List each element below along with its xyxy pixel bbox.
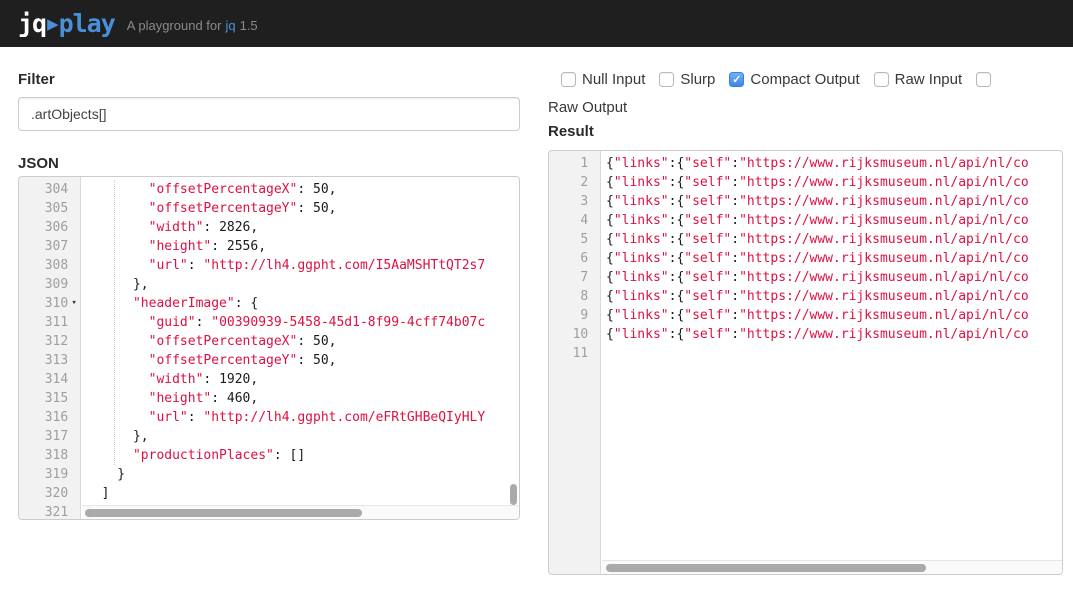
line-number: 312 — [19, 332, 80, 351]
code-line[interactable]: ] — [86, 484, 519, 503]
page: jq ▶ play A playground for jq 1.5 Filter… — [0, 0, 1073, 591]
code-line[interactable]: {"links":{"self":"https://www.rijksmuseu… — [606, 154, 1062, 173]
code-line[interactable]: {"links":{"self":"https://www.rijksmuseu… — [606, 230, 1062, 249]
horizontal-scrollbar[interactable] — [82, 505, 519, 519]
jq-version-link[interactable]: jq — [225, 18, 235, 33]
code-line[interactable]: {"links":{"self":"https://www.rijksmuseu… — [606, 325, 1062, 344]
code-line[interactable]: "offsetPercentageY": 50, — [86, 199, 519, 218]
play-icon: ▶ — [47, 13, 57, 35]
checkbox-label-slurp[interactable]: Slurp — [680, 71, 715, 88]
line-number: 7 — [549, 268, 600, 287]
line-number: 11 — [549, 344, 600, 363]
code-line[interactable]: "offsetPercentageY": 50, — [86, 351, 519, 370]
logo-play-text: play — [59, 9, 115, 38]
line-number: 304 — [19, 180, 80, 199]
logo-jq-text: jq — [18, 9, 46, 38]
code-line[interactable]: {"links":{"self":"https://www.rijksmuseu… — [606, 211, 1062, 230]
code-line[interactable]: "productionPlaces": [] — [86, 446, 519, 465]
result-editor-gutter: 1234567891011 — [549, 151, 601, 574]
code-line[interactable]: {"links":{"self":"https://www.rijksmuseu… — [606, 192, 1062, 211]
horizontal-scrollbar[interactable] — [602, 560, 1062, 574]
vertical-scrollbar-thumb[interactable] — [510, 484, 517, 505]
line-number: 311 — [19, 313, 80, 332]
code-line[interactable]: {"links":{"self":"https://www.rijksmuseu… — [606, 268, 1062, 287]
code-line[interactable]: {"links":{"self":"https://www.rijksmuseu… — [606, 249, 1062, 268]
option-raw-output — [976, 72, 991, 87]
code-line[interactable]: "headerImage": { — [86, 294, 519, 313]
code-line[interactable]: "offsetPercentageX": 50, — [86, 180, 519, 199]
option-slurp: Slurp — [659, 71, 715, 88]
line-number: 316 — [19, 408, 80, 427]
checkbox-raw-input[interactable] — [874, 72, 889, 87]
line-number: 309 — [19, 275, 80, 294]
line-number: 319 — [19, 465, 80, 484]
json-editor-gutter: 304305306307308309310▾311312313314315316… — [19, 177, 81, 519]
result-editor-code[interactable]: {"links":{"self":"https://www.rijksmuseu… — [602, 151, 1062, 574]
horizontal-scrollbar-thumb[interactable] — [606, 564, 926, 572]
line-number: 313 — [19, 351, 80, 370]
checkbox-raw-output[interactable] — [976, 72, 991, 87]
tagline: A playground for jq 1.5 — [127, 18, 258, 33]
line-number: 306 — [19, 218, 80, 237]
line-number: 3 — [549, 192, 600, 211]
line-number: 9 — [549, 306, 600, 325]
code-line[interactable]: {"links":{"self":"https://www.rijksmuseu… — [606, 306, 1062, 325]
line-number: 318 — [19, 446, 80, 465]
line-number: 321 — [19, 503, 80, 520]
line-number: 6 — [549, 249, 600, 268]
line-number: 314 — [19, 370, 80, 389]
tagline-version: 1.5 — [240, 18, 258, 33]
line-number: 307 — [19, 237, 80, 256]
line-number: 5 — [549, 230, 600, 249]
code-line[interactable]: "width": 2826, — [86, 218, 519, 237]
code-line[interactable]: }, — [86, 427, 519, 446]
checkbox-label-raw-input[interactable]: Raw Input — [895, 71, 963, 88]
line-number: 315 — [19, 389, 80, 408]
line-number: 320 — [19, 484, 80, 503]
code-line[interactable]: } — [86, 465, 519, 484]
line-number: 8 — [549, 287, 600, 306]
code-line[interactable]: "width": 1920, — [86, 370, 519, 389]
checkbox-slurp[interactable] — [659, 72, 674, 87]
code-line[interactable]: {"links":{"self":"https://www.rijksmuseu… — [606, 173, 1062, 192]
code-line[interactable]: "url": "http://lh4.ggpht.com/eFRtGHBeQIy… — [86, 408, 519, 427]
code-line[interactable]: "guid": "00390939-5458-45d1-8f99-4cff74b… — [86, 313, 519, 332]
checkbox-label-raw-output[interactable]: Raw Output — [548, 99, 627, 116]
app-logo[interactable]: jq ▶ play — [18, 9, 115, 38]
code-line[interactable]: "url": "http://lh4.ggpht.com/I5AaMSHTtQT… — [86, 256, 519, 275]
code-line[interactable]: "height": 460, — [86, 389, 519, 408]
option-raw-input: Raw Input — [874, 71, 963, 88]
line-number: 310▾ — [19, 294, 80, 313]
line-number: 1 — [549, 154, 600, 173]
fold-toggle-icon[interactable]: ▾ — [68, 294, 80, 313]
option-compact-output: ✓ Compact Output — [729, 71, 859, 88]
json-input-editor[interactable]: 304305306307308309310▾311312313314315316… — [18, 176, 520, 520]
checkbox-null-input[interactable] — [561, 72, 576, 87]
horizontal-scrollbar-thumb[interactable] — [85, 509, 362, 517]
line-number: 308 — [19, 256, 80, 275]
tagline-prefix: A playground for — [127, 18, 222, 33]
json-editor-code[interactable]: "offsetPercentageX": 50, "offsetPercenta… — [82, 177, 519, 519]
checkbox-label-null-input[interactable]: Null Input — [582, 71, 645, 88]
result-heading: Result — [548, 123, 594, 140]
line-number: 317 — [19, 427, 80, 446]
checkbox-label-compact-output[interactable]: Compact Output — [750, 71, 859, 88]
options-row: Null Input Slurp ✓ Compact Output Raw Input — [548, 71, 1063, 88]
result-output-editor[interactable]: 1234567891011 {"links":{"self":"https://… — [548, 150, 1063, 575]
filter-input[interactable] — [18, 97, 520, 131]
line-number: 2 — [549, 173, 600, 192]
code-line[interactable]: "height": 2556, — [86, 237, 519, 256]
json-heading: JSON — [18, 155, 59, 172]
code-line[interactable]: "offsetPercentageX": 50, — [86, 332, 519, 351]
option-null-input: Null Input — [561, 71, 645, 88]
line-number: 10 — [549, 325, 600, 344]
line-number: 305 — [19, 199, 80, 218]
code-line[interactable]: {"links":{"self":"https://www.rijksmuseu… — [606, 287, 1062, 306]
code-line[interactable]: }, — [86, 275, 519, 294]
app-header: jq ▶ play A playground for jq 1.5 — [0, 0, 1073, 47]
line-number: 4 — [549, 211, 600, 230]
code-line[interactable] — [606, 344, 1062, 363]
checkbox-compact-output[interactable]: ✓ — [729, 72, 744, 87]
filter-heading: Filter — [18, 71, 55, 88]
